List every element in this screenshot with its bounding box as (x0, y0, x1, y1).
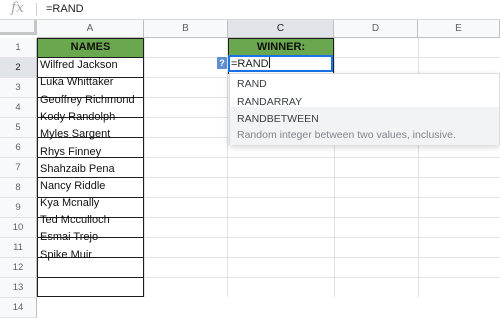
row-header-5[interactable]: 5 (0, 118, 37, 138)
cell-editor[interactable]: =RAND (228, 55, 333, 72)
autocomplete-item-randbetween[interactable]: RANDBETWEEN (237, 112, 319, 126)
autocomplete-item-randarray[interactable]: RANDARRAY (237, 95, 302, 109)
row-header-9[interactable]: 9 (0, 198, 37, 218)
column-header-d[interactable]: D (334, 20, 418, 38)
fx-icon: fx (11, 0, 25, 16)
column-header-a[interactable]: A (37, 20, 144, 38)
row-header-2[interactable]: 2 (0, 58, 37, 78)
formula-help-icon[interactable]: ? (217, 57, 227, 69)
column-header-e[interactable]: E (418, 20, 500, 38)
name-cell[interactable]: Luka Whittaker (40, 72, 113, 92)
formula-bar: fx =RAND (0, 0, 500, 20)
name-cell[interactable]: Esmai Trejo (40, 227, 98, 247)
autocomplete-item-rand[interactable]: RAND (237, 77, 267, 91)
autocomplete-description: Random integer between two values, inclu… (237, 129, 456, 141)
row-header-8[interactable]: 8 (0, 178, 37, 198)
row-header-14[interactable]: 14 (0, 298, 37, 318)
formula-autocomplete: RAND RANDARRAY RANDBETWEEN Random intege… (229, 73, 500, 145)
text-caret (268, 57, 270, 68)
cell-editor-text: =RAND (231, 58, 269, 70)
cell-border (37, 277, 144, 278)
row-header-3[interactable]: 3 (0, 78, 37, 98)
row-header-10[interactable]: 10 (0, 218, 37, 238)
name-cell[interactable]: Myles Sargent (40, 124, 110, 144)
row-header-13[interactable]: 13 (0, 278, 37, 298)
row-header-7[interactable]: 7 (0, 158, 37, 178)
column-header-c[interactable]: C (228, 20, 334, 38)
formula-input[interactable]: =RAND (46, 2, 84, 17)
name-cell[interactable]: Spike Muir (40, 245, 92, 265)
row-header-11[interactable]: 11 (0, 238, 37, 258)
select-all-corner[interactable] (0, 20, 37, 35)
column-header-b[interactable]: B (144, 20, 228, 38)
row-header-1[interactable]: 1 (0, 38, 37, 58)
row-header-12[interactable]: 12 (0, 258, 37, 278)
row-header-4[interactable]: 4 (0, 98, 37, 118)
formula-bar-divider (36, 3, 37, 16)
row-header-6[interactable]: 6 (0, 138, 37, 158)
